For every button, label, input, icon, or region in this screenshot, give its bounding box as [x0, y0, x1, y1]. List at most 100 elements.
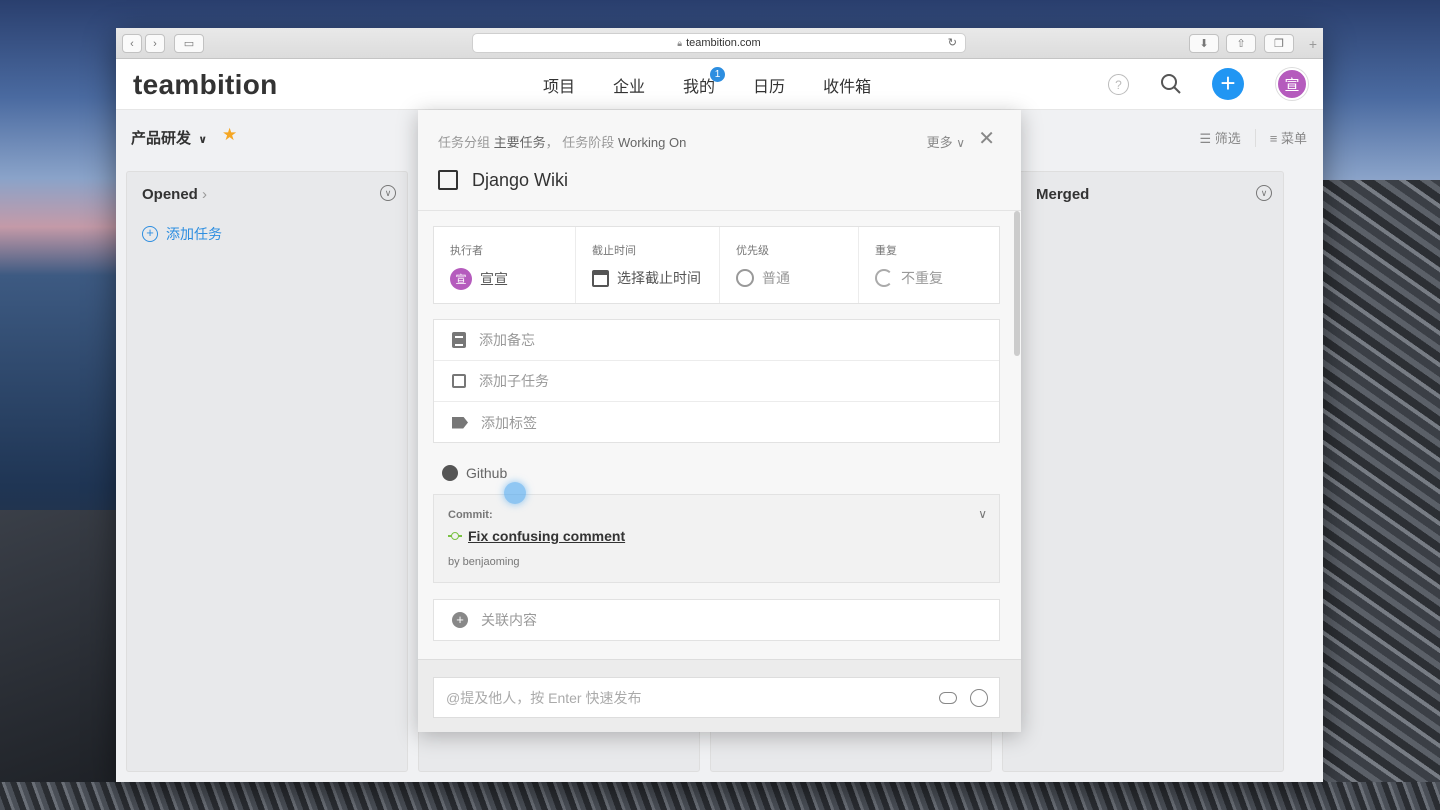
github-icon [442, 465, 458, 481]
column-title-text: Opened [142, 186, 198, 203]
logo[interactable]: teambition [133, 69, 278, 101]
commit-icon [448, 532, 462, 540]
nav-projects[interactable]: 项目 [543, 73, 575, 97]
chevron-down-icon: ∨ [198, 134, 208, 146]
column-title[interactable]: Merged [1036, 186, 1089, 203]
tag-icon [452, 416, 468, 429]
priority-field[interactable]: 优先级 普通 [720, 227, 859, 303]
repeat-field[interactable]: 重复 不重复 [859, 227, 999, 303]
add-note-row[interactable]: 添加备忘 [434, 320, 999, 361]
subheader-actions: ☰ 筛选 ≡ 菜单 [1199, 128, 1307, 147]
due-date-field[interactable]: 截止时间 选择截止时间 [576, 227, 720, 303]
add-subtask-row[interactable]: 添加子任务 [434, 361, 999, 402]
nav-enterprise[interactable]: 企业 [613, 73, 645, 97]
downloads-button[interactable]: ⬇ [1189, 34, 1219, 53]
nav-inbox[interactable]: 收件箱 [823, 73, 871, 97]
share-button[interactable]: ⇧ [1226, 34, 1256, 53]
project-selector[interactable]: 产品研发 ∨ [131, 127, 207, 148]
forward-button[interactable]: › [145, 34, 165, 53]
column-title[interactable]: Opened › [142, 186, 207, 203]
crumb-stage[interactable]: Working On [618, 135, 686, 150]
add-task-label: 添加任务 [166, 226, 222, 242]
filter-icon: ☰ [1199, 131, 1215, 146]
commit-message: Fix confusing comment [468, 528, 626, 544]
chevron-down-icon[interactable]: ∨ [978, 507, 987, 521]
search-icon[interactable] [1160, 73, 1182, 100]
reload-icon[interactable]: ↻ [948, 36, 957, 49]
calendar-icon [592, 269, 609, 287]
priority-label: 优先级 [736, 245, 769, 257]
task-title[interactable]: Django Wiki [472, 170, 568, 191]
add-tag-label: 添加标签 [481, 414, 537, 431]
commit-card: Commit: Fix confusing comment by benjaom… [433, 494, 1000, 583]
repeat-icon [875, 269, 893, 287]
attachment-icon[interactable] [939, 692, 957, 704]
help-icon[interactable]: ? [1108, 74, 1129, 95]
repeat-value: 不重复 [875, 268, 999, 288]
commit-link[interactable]: Fix confusing comment [448, 528, 625, 544]
url-bar[interactable]: 🔒︎ teambition.com ↻ [472, 33, 966, 53]
github-label: Github [466, 465, 508, 481]
more-label: 更多 [926, 135, 953, 150]
comment-placeholder: @提及他人，按 Enter 快速发布 [446, 689, 642, 706]
due-label: 截止时间 [592, 245, 636, 257]
lock-icon: 🔒︎ [677, 37, 683, 48]
background-rock-right [1322, 180, 1440, 810]
priority-icon [736, 269, 754, 287]
menu-button[interactable]: ≡ 菜单 [1270, 128, 1307, 147]
star-icon[interactable]: ★ [222, 125, 237, 145]
tabs-button[interactable]: ❐ [1264, 34, 1294, 53]
background-rock-bottom [0, 782, 1440, 810]
filter-button[interactable]: ☰ 筛选 [1199, 128, 1240, 147]
assignee-label: 执行者 [450, 245, 483, 257]
assignee-field[interactable]: 执行者 宣 宣宣 [434, 227, 576, 303]
github-section-header: Github [442, 465, 507, 481]
emoji-icon[interactable] [970, 689, 988, 707]
task-extras-list: 添加备忘 添加子任务 添加标签 [433, 319, 1000, 443]
crumb-group-label: 任务分组 [438, 135, 491, 150]
column-menu-icon[interactable]: ∨ [1256, 185, 1272, 201]
add-circle-icon: + [142, 226, 158, 242]
more-button[interactable]: 更多 ∨ [927, 132, 965, 151]
commit-label: Commit: [448, 509, 493, 521]
checkbox-icon [452, 374, 466, 388]
column-opened: Opened › ∨ + 添加任务 [126, 171, 408, 772]
sidebar-toggle-button[interactable]: ▭ [174, 34, 204, 53]
cursor-indicator [504, 482, 526, 504]
url-text: teambition.com [686, 37, 761, 49]
comment-input[interactable]: @提及他人，按 Enter 快速发布 [433, 677, 1000, 718]
new-tab-button[interactable]: + [1303, 36, 1323, 58]
add-task-button[interactable]: + 添加任务 [142, 224, 222, 244]
column-merged: Merged ∨ [1002, 171, 1284, 772]
breadcrumb: 任务分组 主要任务， 任务阶段 Working On [438, 132, 686, 151]
add-tag-row[interactable]: 添加标签 [434, 402, 999, 443]
task-complete-checkbox[interactable] [438, 170, 458, 190]
repeat-label: 重复 [875, 245, 897, 257]
crumb-separator: ， [545, 135, 559, 150]
menu-label: 菜单 [1280, 131, 1307, 146]
add-note-label: 添加备忘 [479, 332, 535, 348]
due-text: 选择截止时间 [617, 270, 701, 286]
close-icon[interactable]: ✕ [978, 126, 995, 151]
back-button[interactable]: ‹ [122, 34, 142, 53]
plus-circle-icon: + [452, 612, 468, 628]
menu-icon: ≡ [1269, 131, 1281, 146]
priority-text: 普通 [762, 270, 790, 286]
notification-badge: 1 [710, 67, 726, 82]
modal-header: 任务分组 主要任务， 任务阶段 Working On 更多 ∨ ✕ Django… [418, 110, 1021, 211]
crumb-group[interactable]: 主要任务 [494, 135, 546, 150]
scrollbar[interactable] [1014, 211, 1020, 356]
nav-mine[interactable]: 我的 1 [683, 67, 726, 97]
divider [1254, 128, 1256, 147]
due-value: 选择截止时间 [592, 268, 719, 288]
avatar[interactable]: 宣 [1276, 68, 1308, 100]
app-header: teambition 项目 企业 我的 1 日历 收件箱 ? + 宣 [116, 59, 1323, 110]
nav-calendar[interactable]: 日历 [753, 73, 785, 97]
add-button[interactable]: + [1212, 68, 1244, 100]
assignee-name: 宣宣 [480, 271, 508, 287]
link-content-row[interactable]: + 关联内容 [433, 599, 1000, 641]
task-detail-modal: 任务分组 主要任务， 任务阶段 Working On 更多 ∨ ✕ Django… [418, 110, 1021, 732]
priority-value: 普通 [736, 268, 858, 288]
main-nav: 项目 企业 我的 1 日历 收件箱 [543, 67, 909, 97]
column-menu-icon[interactable]: ∨ [380, 185, 396, 201]
